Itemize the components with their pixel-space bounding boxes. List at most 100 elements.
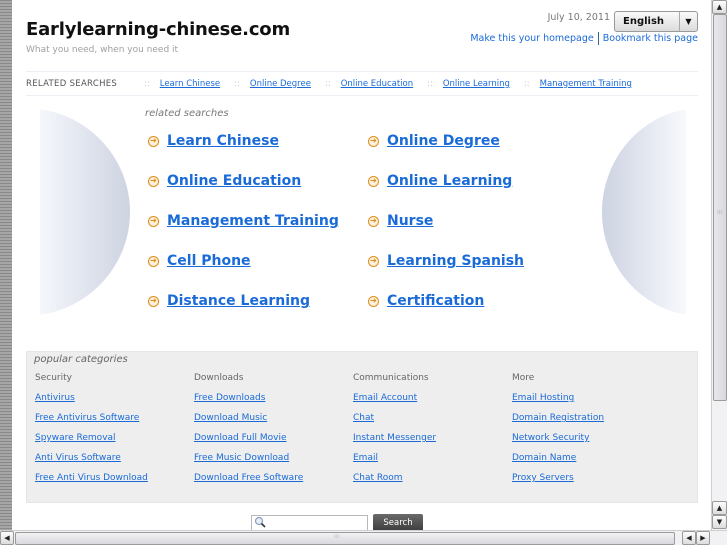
category-link[interactable]: Network Security — [512, 433, 671, 453]
category-link[interactable]: Free Downloads — [194, 393, 353, 413]
category-column-more: More Email Hosting Domain Registration N… — [512, 373, 671, 493]
popular-categories-columns: Security Antivirus Free Antivirus Softwa… — [35, 373, 671, 493]
arrow-right-circle-icon: ➔ — [148, 215, 159, 227]
category-link[interactable]: Download Full Movie — [194, 433, 353, 453]
related-search-link[interactable]: Certification — [387, 293, 484, 309]
language-selected-value: English — [623, 16, 665, 27]
related-searches-bar-title: RELATED SEARCHES — [26, 78, 118, 89]
category-title: Downloads — [194, 373, 244, 383]
category-link[interactable]: Free Anti Virus Download — [35, 473, 194, 493]
scroll-right-button[interactable]: ▶ — [696, 531, 710, 545]
related-searches-bar: RELATED SEARCHES :: Learn Chinese :: Onl… — [26, 71, 698, 96]
separator: :: — [427, 78, 433, 89]
popular-categories-panel: popular categories Security Antivirus Fr… — [26, 351, 698, 503]
arrow-right-circle-icon: ➔ — [148, 175, 159, 187]
category-link[interactable]: Domain Name — [512, 453, 671, 473]
category-title: Communications — [353, 373, 429, 383]
popular-categories-heading: popular categories — [34, 354, 128, 365]
category-column-security: Security Antivirus Free Antivirus Softwa… — [35, 373, 194, 493]
category-link[interactable]: Domain Registration — [512, 413, 671, 433]
decorative-globe-right — [602, 108, 686, 316]
related-search-link[interactable]: Cell Phone — [167, 253, 251, 269]
scroll-left-button-right[interactable]: ◀ — [682, 531, 696, 545]
grip-icon: ⁞⁞⁞ — [334, 533, 340, 540]
search-input[interactable] — [251, 515, 368, 530]
list-item: ➔ Cell Phone — [148, 248, 368, 274]
date-label: July 10, 2011 — [547, 12, 610, 23]
search-button[interactable]: Search — [373, 514, 423, 530]
category-link[interactable]: Proxy Servers — [512, 473, 671, 493]
related-searches-heading: related searches — [145, 108, 229, 119]
language-select[interactable]: English ▼ — [614, 11, 698, 32]
related-searches-list: ➔ Learn Chinese ➔ Online Degree ➔ Online Ed… — [148, 128, 588, 328]
chevron-down-icon: ▼ — [679, 12, 697, 31]
category-link[interactable]: Antivirus — [35, 393, 194, 413]
category-link[interactable]: Chat Room — [353, 473, 512, 493]
horizontal-scroll-thumb[interactable]: ⁞⁞⁞ — [15, 532, 675, 545]
list-item: ➔ Certification — [368, 288, 588, 314]
category-title: Security — [35, 373, 72, 383]
category-title: More — [512, 373, 535, 383]
list-item: ➔ Online Learning — [368, 168, 588, 194]
related-search-link[interactable]: Learn Chinese — [167, 133, 279, 149]
arrow-right-circle-icon: ➔ — [368, 175, 379, 187]
related-search-link[interactable]: Online Learning — [387, 173, 512, 189]
related-search-link[interactable]: Nurse — [387, 213, 433, 229]
list-item: ➔ Online Degree — [368, 128, 588, 154]
category-link[interactable]: Download Free Software — [194, 473, 353, 493]
grip-icon: ⁞⁞⁞ — [717, 209, 723, 216]
list-item: ➔ Learning Spanish — [368, 248, 588, 274]
separator: :: — [523, 78, 530, 89]
list-item: ➔ Management Training — [148, 208, 368, 234]
search-icon — [254, 516, 266, 528]
page-content: Earlylearning-chinese.com What you need,… — [12, 0, 711, 530]
scroll-down-button[interactable]: ▼ — [712, 515, 727, 529]
arrow-right-circle-icon: ➔ — [148, 135, 159, 147]
divider — [597, 32, 599, 45]
window-edge — [0, 0, 12, 530]
category-link[interactable]: Free Antivirus Software — [35, 413, 194, 433]
site-title[interactable]: Earlylearning-chinese.com — [26, 19, 290, 40]
category-link[interactable]: Chat — [353, 413, 512, 433]
top-links: Make this your homepage Bookmark this pag… — [470, 32, 698, 45]
related-search-link[interactable]: Online Education — [167, 173, 301, 189]
horizontal-scrollbar[interactable]: ◀ ⁞⁞⁞ ◀ ▶ — [0, 530, 727, 545]
vertical-scrollbar[interactable]: ▲ ⁞⁞⁞ ▲ ▼ — [711, 0, 727, 530]
category-link[interactable]: Email — [353, 453, 512, 473]
list-item: ➔ Learn Chinese — [148, 128, 368, 154]
category-link[interactable]: Email Hosting — [512, 393, 671, 413]
related-search-link[interactable]: Online Degree — [387, 133, 500, 149]
related-bar-link[interactable]: Management Training — [540, 79, 632, 89]
related-search-link[interactable]: Learning Spanish — [387, 253, 524, 269]
arrow-right-circle-icon: ➔ — [368, 295, 379, 307]
category-link[interactable]: Free Music Download — [194, 453, 353, 473]
category-column-communications: Communications Email Account Chat Instan… — [353, 373, 512, 493]
related-bar-link[interactable]: Online Learning — [443, 79, 510, 89]
arrow-right-circle-icon: ➔ — [368, 255, 379, 267]
related-bar-link[interactable]: Online Education — [341, 79, 413, 89]
arrow-right-circle-icon: ➔ — [148, 255, 159, 267]
related-search-link[interactable]: Distance Learning — [167, 293, 310, 309]
vertical-scroll-thumb[interactable]: ⁞⁞⁞ — [713, 14, 727, 401]
scroll-up-button-lower[interactable]: ▲ — [712, 501, 727, 515]
category-link[interactable]: Anti Virus Software — [35, 453, 194, 473]
bookmark-link[interactable]: Bookmark this page — [603, 33, 698, 44]
scroll-left-button[interactable]: ◀ — [0, 531, 14, 545]
separator: :: — [144, 78, 150, 89]
tagline: What you need, when you need it — [26, 45, 179, 55]
arrow-right-circle-icon: ➔ — [368, 135, 379, 147]
category-link[interactable]: Email Account — [353, 393, 512, 413]
related-bar-link[interactable]: Learn Chinese — [160, 79, 220, 89]
decorative-globe-left — [40, 108, 132, 316]
scroll-up-button[interactable]: ▲ — [712, 0, 727, 14]
separator: :: — [234, 78, 240, 89]
arrow-right-circle-icon: ➔ — [368, 215, 379, 227]
list-item: ➔ Nurse — [368, 208, 588, 234]
make-homepage-link[interactable]: Make this your homepage — [470, 33, 593, 44]
related-bar-link[interactable]: Online Degree — [250, 79, 311, 89]
category-link[interactable]: Instant Messenger — [353, 433, 512, 453]
category-link[interactable]: Download Music — [194, 413, 353, 433]
related-search-link[interactable]: Management Training — [167, 213, 339, 229]
category-link[interactable]: Spyware Removal — [35, 433, 194, 453]
arrow-right-circle-icon: ➔ — [148, 295, 159, 307]
